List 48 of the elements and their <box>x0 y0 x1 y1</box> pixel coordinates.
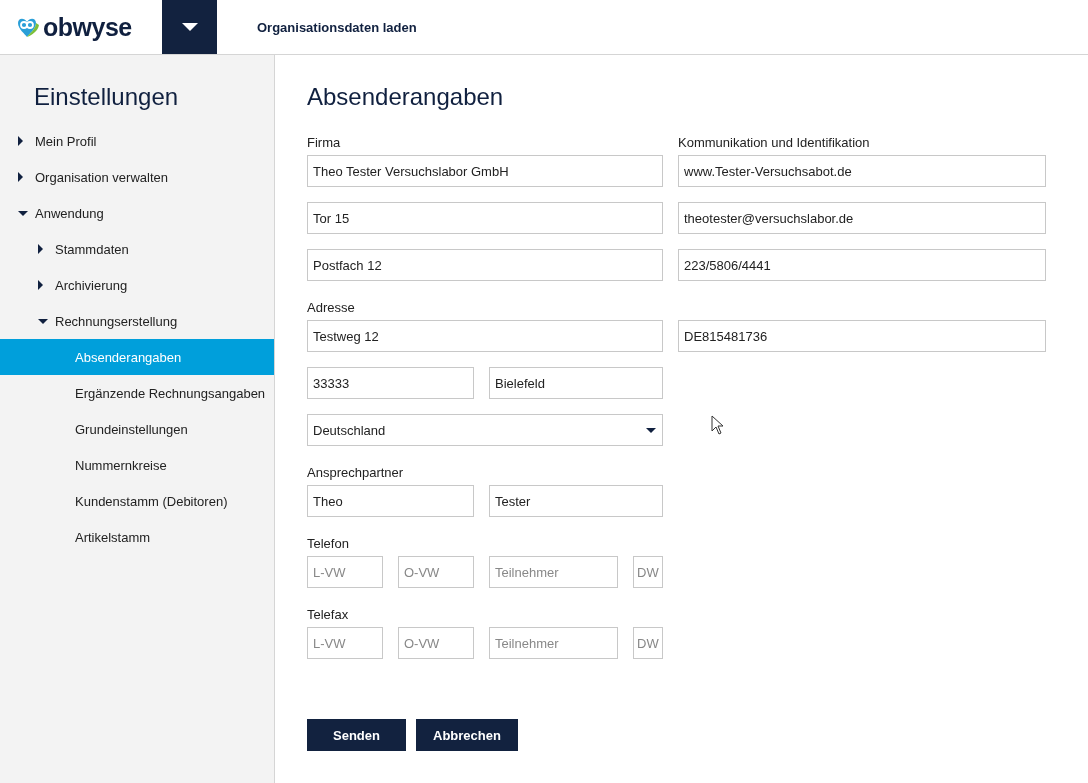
input-field[interactable]: L-VW <box>307 627 383 659</box>
sidebar-item[interactable]: Rechnungserstellung <box>0 303 274 339</box>
input-field[interactable]: Theo Tester Versuchslabor GmbH <box>307 155 663 187</box>
field-label: Adresse <box>307 299 355 317</box>
input-field[interactable]: Tester <box>489 485 663 517</box>
sidebar-item[interactable]: Organisation verwalten <box>0 159 274 195</box>
input-field[interactable]: theotester@versuchslabor.de <box>678 202 1046 234</box>
input-field[interactable]: DE815481736 <box>678 320 1046 352</box>
input-field[interactable]: DW <box>633 627 663 659</box>
field-label: Telefax <box>307 606 349 624</box>
page-title: Organisationsdaten laden <box>257 19 417 35</box>
field-label: Ansprechpartner <box>307 464 404 482</box>
form-title: Absenderangaben <box>307 83 505 111</box>
input-field[interactable]: DW <box>633 556 663 588</box>
input-field[interactable]: Bielefeld <box>489 367 663 399</box>
input-field[interactable]: O-VW <box>398 627 474 659</box>
input-field[interactable]: Testweg 12 <box>307 320 663 352</box>
sidebar-title: Einstellungen <box>34 83 180 111</box>
mouse-pointer-icon <box>711 415 724 435</box>
input-field[interactable]: Teilnehmer <box>489 627 618 659</box>
sidebar-item[interactable]: Stammdaten <box>0 231 274 267</box>
sidebar-item[interactable]: Mein Profil <box>0 123 274 159</box>
caret-icon <box>181 23 198 31</box>
sidebar-item[interactable]: Anwendung <box>0 195 274 231</box>
input-field[interactable]: O-VW <box>398 556 474 588</box>
input-field[interactable]: Tor 15 <box>307 202 663 234</box>
submit-button[interactable]: Senden <box>307 719 406 751</box>
field-label: Firma <box>307 134 341 152</box>
input-field[interactable]: www.Tester-Versuchsabot.de <box>678 155 1046 187</box>
input-field[interactable]: Teilnehmer <box>489 556 618 588</box>
input-field[interactable]: Postfach 12 <box>307 249 663 281</box>
logo-text: obwyse <box>43 12 132 42</box>
input-field[interactable]: 223/5806/4441 <box>678 249 1046 281</box>
input-field[interactable]: 33333 <box>307 367 474 399</box>
input-field[interactable]: L-VW <box>307 556 383 588</box>
sidebar-item[interactable]: Archivierung <box>0 267 274 303</box>
sidebar-item[interactable]: Ergänzende Rechnungsangaben <box>0 375 274 411</box>
input-field[interactable]: Theo <box>307 485 474 517</box>
menu-dropdown-button[interactable] <box>162 0 217 54</box>
sidebar-item[interactable]: Kundenstamm (Debitoren) <box>0 483 274 519</box>
country-dropdown[interactable]: Deutschland <box>307 414 663 446</box>
cancel-button[interactable]: Abbrechen <box>416 719 518 751</box>
caret-down-icon <box>646 427 656 433</box>
field-label: Telefon <box>307 535 349 553</box>
field-label: Kommunikation und Identifikation <box>678 134 870 152</box>
sidebar-item[interactable]: Grundeinstellungen <box>0 411 274 447</box>
sidebar-item[interactable]: Artikelstamm <box>0 519 274 555</box>
sidebar-item[interactable]: Nummernkreise <box>0 447 274 483</box>
